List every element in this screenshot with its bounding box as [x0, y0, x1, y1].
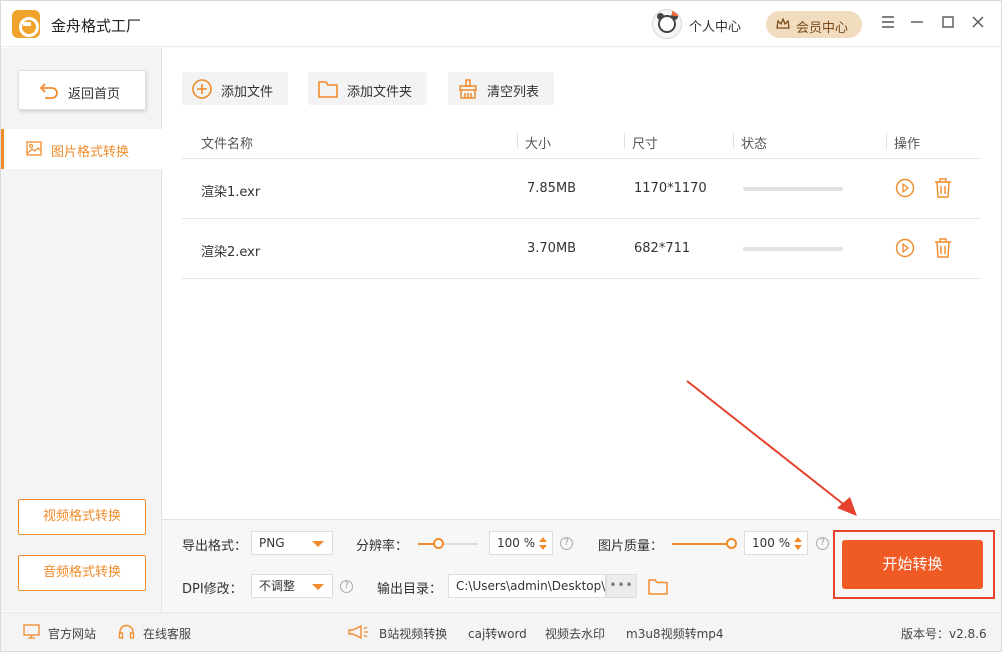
dpi-select[interactable]: 不调整	[251, 574, 333, 598]
table-row[interactable]: 渲染2.exr 3.70MB 682*711	[182, 219, 981, 279]
monitor-icon	[23, 624, 40, 639]
footer: 官方网站 在线客服 B站视频转换 caj转word 视频去水印 m3u8视频转m…	[1, 612, 1001, 651]
bilibili-convert-link[interactable]: B站视频转换	[379, 625, 447, 642]
back-home-button[interactable]: 返回首页	[18, 70, 146, 110]
resolution-label: 分辨率：	[356, 539, 409, 554]
video-convert-button[interactable]: 视频格式转换	[18, 499, 146, 535]
plus-circle-icon	[192, 79, 212, 99]
col-header-dimension: 尺寸	[632, 137, 659, 152]
progress-bar	[743, 247, 843, 251]
image-icon	[26, 141, 42, 156]
official-site-link[interactable]: 官方网站	[48, 625, 96, 642]
app-window: 金舟格式工厂 个人中心 会员中心 返回首页 图片格式转换 视频格式转换 音频格式…	[0, 0, 1002, 652]
file-table-header: 文件名称 大小 尺寸 状态 操作	[182, 123, 981, 159]
open-folder-icon[interactable]	[648, 578, 668, 595]
file-dimension: 1170*1170	[634, 181, 707, 196]
col-header-action: 操作	[894, 137, 921, 152]
file-size: 3.70MB	[527, 241, 577, 256]
broom-icon	[459, 79, 477, 99]
clear-list-button[interactable]: 清空列表	[448, 72, 554, 105]
file-size: 7.85MB	[527, 181, 577, 196]
m3u8-mp4-link[interactable]: m3u8视频转mp4	[626, 625, 724, 642]
trash-icon[interactable]	[934, 238, 952, 258]
file-name: 渲染2.exr	[201, 245, 261, 260]
folder-icon	[318, 81, 338, 98]
quality-stepper[interactable]: 100 %	[744, 531, 808, 555]
table-row[interactable]: 渲染1.exr 7.85MB 1170*1170	[182, 159, 981, 219]
trash-icon[interactable]	[934, 178, 952, 198]
avatar[interactable]	[652, 9, 682, 39]
stepper-up-icon[interactable]	[539, 537, 547, 542]
resolution-stepper[interactable]: 100 %	[489, 531, 553, 555]
sidebar-item-image-convert[interactable]: 图片格式转换	[1, 129, 162, 169]
app-title: 金舟格式工厂	[51, 17, 142, 35]
export-format-label: 导出格式：	[182, 539, 248, 554]
minimize-icon[interactable]	[907, 13, 927, 33]
app-logo-icon	[12, 10, 40, 38]
col-header-status: 状态	[741, 137, 768, 152]
stepper-down-icon[interactable]	[794, 545, 802, 550]
quality-slider-handle[interactable]	[726, 538, 737, 549]
crown-icon	[776, 18, 790, 29]
menu-icon[interactable]	[878, 13, 898, 33]
help-icon[interactable]: ?	[560, 537, 573, 550]
progress-bar	[743, 187, 843, 191]
close-icon[interactable]	[968, 13, 988, 33]
quality-label: 图片质量：	[598, 539, 664, 554]
play-icon[interactable]	[895, 178, 915, 198]
caj-word-link[interactable]: caj转word	[468, 625, 527, 642]
help-icon[interactable]: ?	[816, 537, 829, 550]
help-icon[interactable]: ?	[340, 580, 353, 593]
file-name: 渲染1.exr	[201, 185, 261, 200]
play-icon[interactable]	[895, 238, 915, 258]
output-dir-input[interactable]: C:\Users\admin\Desktop\	[448, 574, 606, 598]
chevron-down-icon	[312, 541, 324, 547]
output-dir-label: 输出目录：	[377, 582, 443, 597]
file-dimension: 682*711	[634, 241, 691, 256]
resolution-slider-handle[interactable]	[433, 538, 444, 549]
title-bar: 金舟格式工厂 个人中心 会员中心	[1, 1, 1001, 47]
headset-icon	[118, 624, 135, 639]
stepper-up-icon[interactable]	[794, 537, 802, 542]
dpi-label: DPI修改：	[182, 582, 243, 597]
add-folder-button[interactable]: 添加文件夹	[308, 72, 427, 105]
stepper-down-icon[interactable]	[539, 545, 547, 550]
sidebar: 返回首页 图片格式转换 视频格式转换 音频格式转换	[1, 48, 162, 611]
version-label: 版本号：v2.8.6	[901, 627, 987, 641]
export-format-select[interactable]: PNG	[251, 531, 333, 555]
chevron-down-icon	[312, 584, 324, 590]
maximize-icon[interactable]	[938, 13, 958, 33]
megaphone-icon	[348, 625, 368, 639]
audio-convert-button[interactable]: 音频格式转换	[18, 555, 146, 591]
vip-center-button[interactable]: 会员中心	[766, 11, 862, 38]
col-header-name: 文件名称	[201, 137, 254, 152]
online-service-link[interactable]: 在线客服	[143, 625, 191, 642]
user-center-link[interactable]: 个人中心	[689, 16, 741, 35]
browse-more-button[interactable]: •••	[606, 574, 637, 598]
video-watermark-link[interactable]: 视频去水印	[545, 625, 605, 642]
return-arrow-icon	[40, 83, 58, 99]
add-file-button[interactable]: 添加文件	[182, 72, 288, 105]
col-header-size: 大小	[525, 137, 552, 152]
start-convert-button[interactable]: 开始转换	[842, 540, 983, 589]
